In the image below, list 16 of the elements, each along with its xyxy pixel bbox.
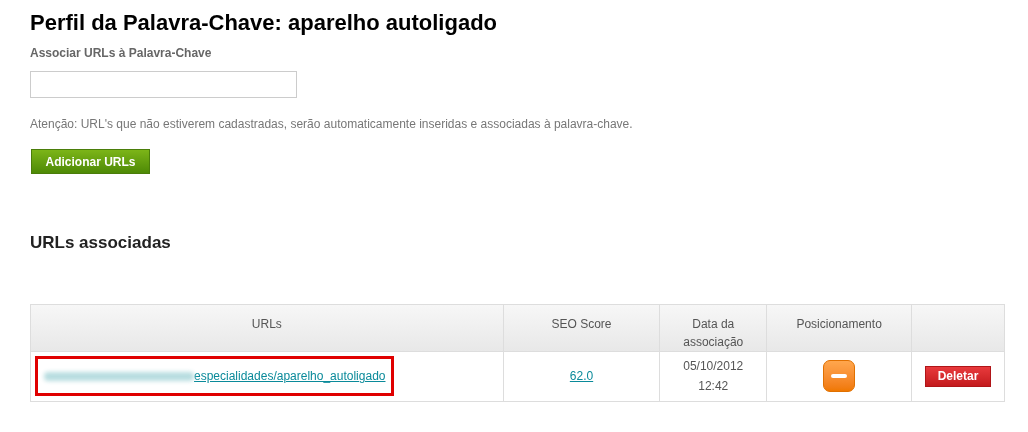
column-header: SEO Score xyxy=(551,315,612,333)
association-date: 05/10/2012 xyxy=(683,358,744,375)
notice-text: Atenção: URL's que não estiverem cadastradas, serão automaticamente inseridas e associadas à palavra-chave. xyxy=(30,116,633,133)
field-label: Associar URLs à Palavra-Chave xyxy=(30,45,212,62)
column-header: URLs xyxy=(251,315,282,333)
association-time: 12:42 xyxy=(698,378,729,395)
column-header: Data da associação xyxy=(682,315,745,351)
section-title: URLs associadas xyxy=(30,232,171,254)
url-link[interactable]: especialidades/aparelho_autoligado xyxy=(194,367,386,385)
url-input-field[interactable] xyxy=(30,71,297,98)
column-header: Posicionamento xyxy=(796,315,882,333)
minus-icon[interactable] xyxy=(823,360,856,392)
delete-button[interactable]: Deletar xyxy=(925,365,991,387)
add-urls-button[interactable]: Adicionar URLs xyxy=(31,149,150,174)
page-title: Perfil da Palavra-Chave: aparelho autoligado xyxy=(30,10,498,36)
seo-score-link[interactable]: 62.0 xyxy=(569,369,594,383)
